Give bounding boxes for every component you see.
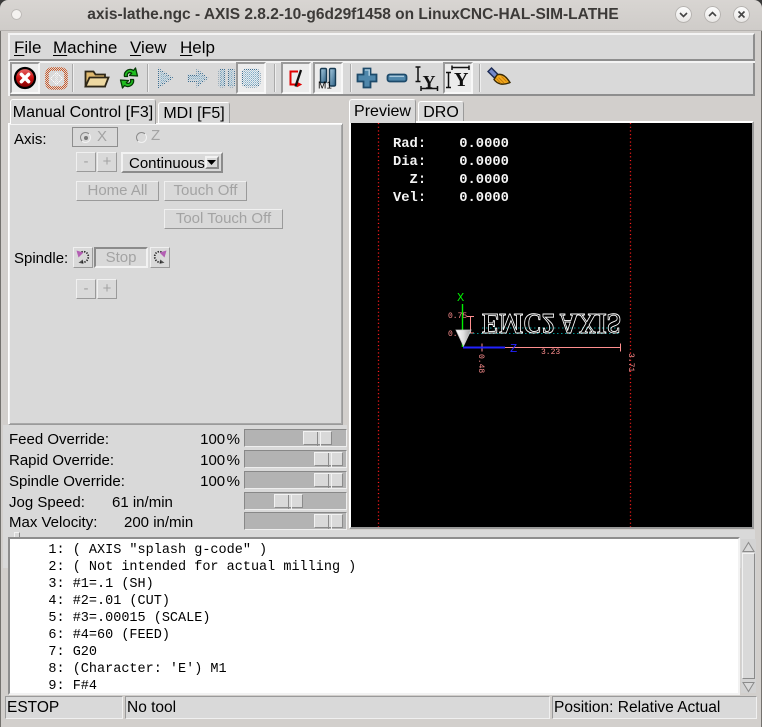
svg-text:0.75: 0.75	[448, 312, 467, 321]
svg-text:Y: Y	[454, 69, 469, 91]
svg-text:Z: Z	[510, 342, 517, 356]
svg-text:Vel: 0.0000: Vel: 0.0000	[393, 190, 509, 206]
svg-text:Y: Y	[423, 72, 436, 92]
svg-text:3.23: 3.23	[541, 348, 560, 357]
svg-text:Rad: 0.0000: Rad: 0.0000	[393, 136, 509, 152]
svg-text:3.71: 3.71	[626, 353, 635, 372]
svg-text:Z: 0.0000: Z: 0.0000	[393, 173, 509, 188]
svg-text:EMC2 AXIS: EMC2 AXIS	[482, 307, 621, 339]
svg-text:X: X	[457, 291, 464, 305]
svg-text:M1: M1	[318, 81, 332, 90]
svg-text:Dia: 0.0000: Dia: 0.0000	[393, 154, 509, 170]
svg-text:0.48: 0.48	[476, 354, 485, 373]
